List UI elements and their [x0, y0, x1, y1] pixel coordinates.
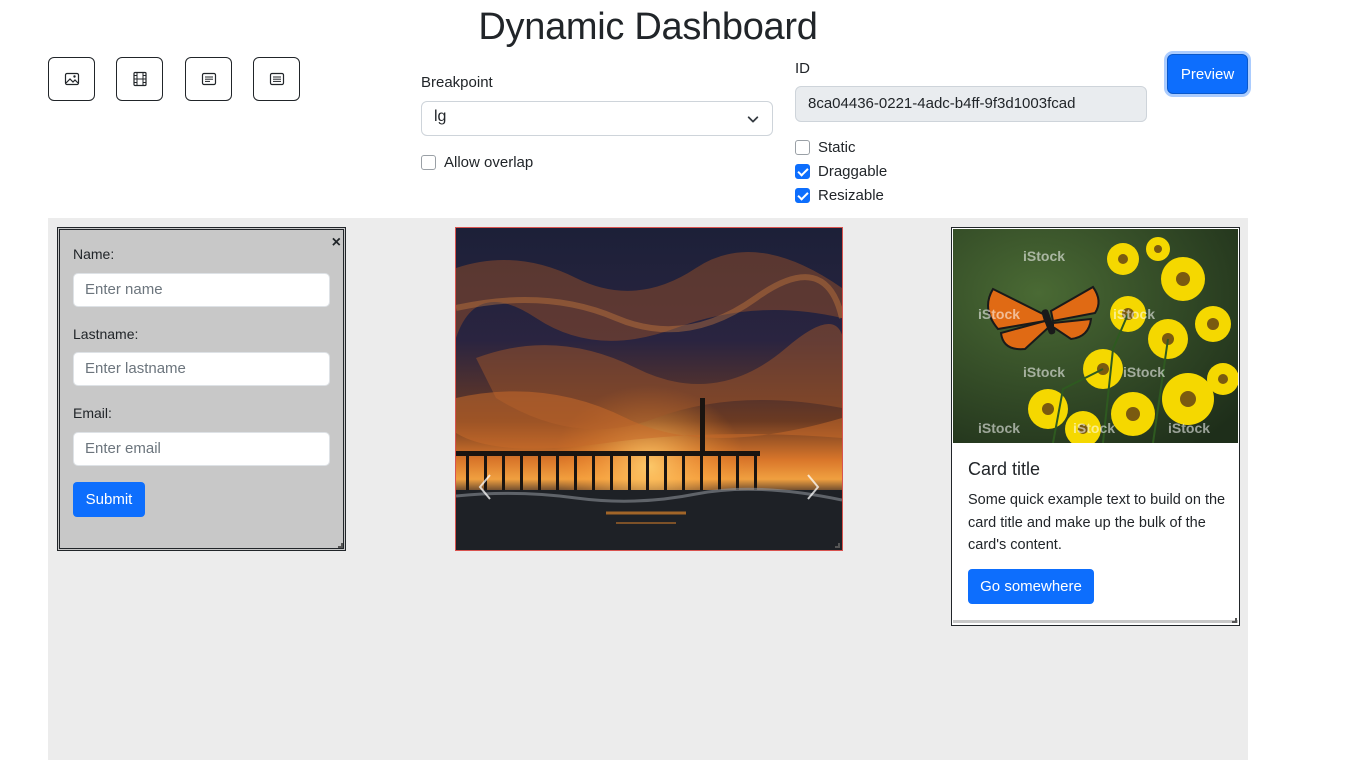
card-image: iStock iStock iStock iStock iStock iStoc… — [953, 229, 1238, 443]
add-image-widget-button[interactable] — [48, 57, 95, 101]
resize-handle[interactable] — [338, 543, 343, 548]
lastname-label: Lastname: — [73, 326, 139, 342]
card-widget[interactable]: iStock iStock iStock iStock iStock iStoc… — [951, 227, 1240, 626]
watermark-text: iStock — [1023, 248, 1065, 264]
butterfly-flowers-image: iStock iStock iStock iStock iStock iStoc… — [953, 229, 1238, 443]
submit-button[interactable]: Submit — [73, 482, 145, 517]
chevron-down-icon — [747, 116, 759, 123]
allow-overlap-checkbox[interactable] — [421, 155, 436, 170]
id-label: ID — [795, 60, 810, 77]
name-input[interactable]: Enter name — [73, 273, 330, 307]
card-footer-bar — [953, 620, 1238, 623]
add-card-widget-button[interactable] — [185, 57, 232, 101]
id-field[interactable]: 8ca04436-0221-4adc-b4ff-9f3d1003fcad — [795, 86, 1147, 122]
watermark-text: iStock — [1168, 420, 1210, 436]
static-label: Static — [818, 139, 856, 156]
email-label: Email: — [73, 405, 112, 421]
resize-handle[interactable] — [1232, 618, 1237, 623]
add-form-widget-button[interactable] — [253, 57, 300, 101]
carousel-widget[interactable] — [455, 227, 843, 551]
carousel-prev-icon[interactable] — [476, 472, 494, 502]
form-widget[interactable]: × Name: Enter name Lastname: Enter lastn… — [57, 227, 346, 551]
name-label: Name: — [73, 246, 115, 262]
email-input[interactable]: Enter email — [73, 432, 330, 466]
resizable-label: Resizable — [818, 187, 884, 204]
add-video-widget-button[interactable] — [116, 57, 163, 101]
resizable-checkbox[interactable] — [795, 188, 810, 203]
draggable-label: Draggable — [818, 163, 888, 180]
card-text-icon — [201, 72, 216, 86]
carousel-next-icon[interactable] — [804, 472, 822, 502]
resize-handle[interactable] — [835, 543, 840, 548]
close-icon[interactable]: × — [332, 234, 341, 252]
card-list-icon — [269, 72, 284, 86]
page-title: Dynamic Dashboard — [478, 6, 818, 48]
static-checkbox[interactable] — [795, 140, 810, 155]
watermark-text: iStock — [1113, 306, 1155, 322]
watermark-text: iStock — [1023, 364, 1065, 380]
preview-button[interactable]: Preview — [1167, 54, 1248, 94]
allow-overlap-label: Allow overlap — [444, 154, 534, 171]
card-title: Card title — [968, 459, 1041, 479]
breakpoint-select[interactable]: lg — [421, 101, 773, 136]
film-icon — [132, 71, 147, 87]
watermark-text: iStock — [1073, 420, 1115, 436]
breakpoint-value: lg — [434, 108, 447, 125]
card-text: Some quick example text to build on the … — [968, 492, 1226, 553]
watermark-text: iStock — [1123, 364, 1165, 380]
lastname-input[interactable]: Enter lastname — [73, 352, 330, 386]
go-somewhere-button[interactable]: Go somewhere — [968, 569, 1094, 604]
image-icon — [64, 72, 79, 86]
breakpoint-label: Breakpoint — [421, 74, 493, 91]
watermark-text: iStock — [978, 306, 1020, 322]
watermark-text: iStock — [978, 420, 1020, 436]
sunset-pier-image — [456, 228, 842, 550]
draggable-checkbox[interactable] — [795, 164, 810, 179]
